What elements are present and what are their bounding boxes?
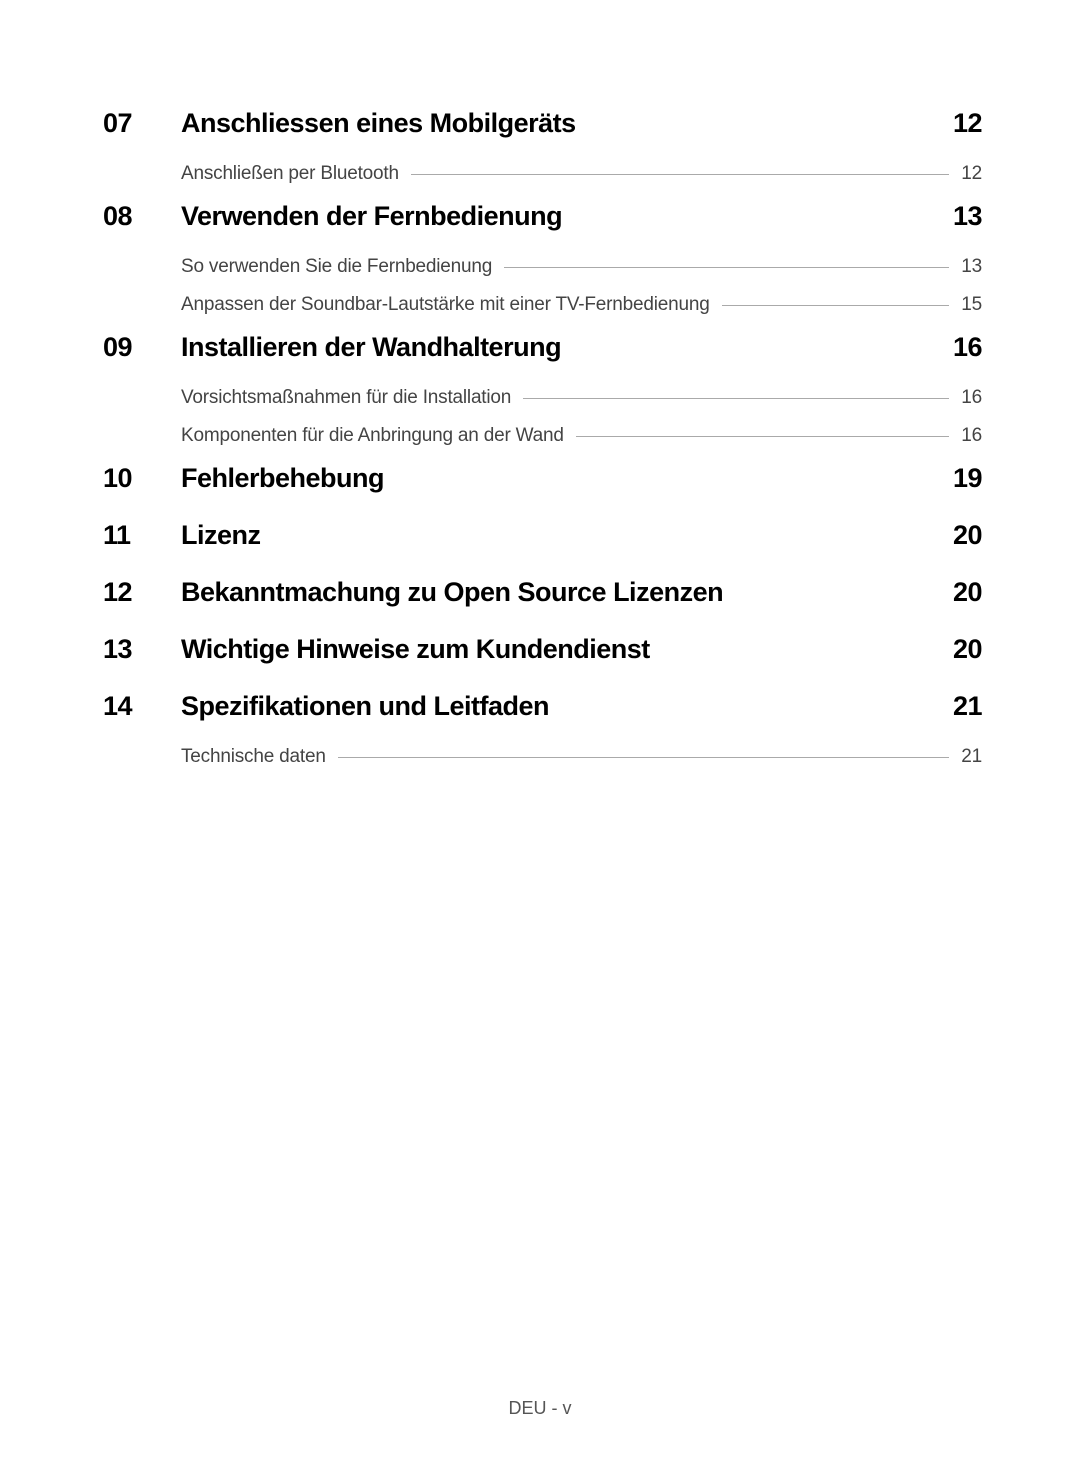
section-page: 12 bbox=[953, 108, 982, 139]
toc-section-row: 14 Spezifikationen und Leitfaden 21 bbox=[103, 691, 982, 722]
section-title: Verwenden der Fernbedienung bbox=[181, 201, 953, 232]
toc-content: 07 Anschliessen eines Mobilgeräts 12 Ans… bbox=[0, 0, 1080, 768]
toc-section-row: 10 Fehlerbehebung 19 bbox=[103, 463, 982, 494]
subsection-title: Komponenten für die Anbringung an der Wa… bbox=[181, 425, 570, 447]
section-number: 10 bbox=[103, 463, 181, 494]
toc-subsection-row: Anpassen der Soundbar-Lautstärke mit ein… bbox=[181, 294, 982, 316]
toc-subsection-row: Anschließen per Bluetooth 12 bbox=[181, 163, 982, 185]
section-page: 19 bbox=[953, 463, 982, 494]
subsection-page: 16 bbox=[955, 387, 982, 409]
leader-line bbox=[576, 436, 949, 437]
section-page: 16 bbox=[953, 332, 982, 363]
section-page: 20 bbox=[953, 634, 982, 665]
section-title: Lizenz bbox=[181, 520, 953, 551]
toc-section: 11 Lizenz 20 bbox=[103, 520, 982, 551]
toc-section-row: 11 Lizenz 20 bbox=[103, 520, 982, 551]
section-page: 20 bbox=[953, 520, 982, 551]
subsection-page: 16 bbox=[955, 425, 982, 447]
section-title: Anschliessen eines Mobilgeräts bbox=[181, 108, 953, 139]
section-number: 07 bbox=[103, 108, 181, 139]
leader-line bbox=[338, 757, 950, 758]
toc-section-row: 08 Verwenden der Fernbedienung 13 bbox=[103, 201, 982, 232]
toc-subsection-row: So verwenden Sie die Fernbedienung 13 bbox=[181, 256, 982, 278]
toc-subsection-row: Komponenten für die Anbringung an der Wa… bbox=[181, 425, 982, 447]
leader-line bbox=[722, 305, 950, 306]
section-title: Installieren der Wandhalterung bbox=[181, 332, 953, 363]
subsection-page: 21 bbox=[955, 746, 982, 768]
toc-section: 14 Spezifikationen und Leitfaden 21 Tech… bbox=[103, 691, 982, 768]
page-footer: DEU - v bbox=[0, 1398, 1080, 1419]
toc-section-row: 07 Anschliessen eines Mobilgeräts 12 bbox=[103, 108, 982, 139]
section-page: 13 bbox=[953, 201, 982, 232]
toc-section: 08 Verwenden der Fernbedienung 13 So ver… bbox=[103, 201, 982, 316]
section-number: 08 bbox=[103, 201, 181, 232]
toc-section: 12 Bekanntmachung zu Open Source Lizenze… bbox=[103, 577, 982, 608]
toc-section: 07 Anschliessen eines Mobilgeräts 12 Ans… bbox=[103, 108, 982, 185]
toc-section-row: 13 Wichtige Hinweise zum Kundendienst 20 bbox=[103, 634, 982, 665]
section-number: 14 bbox=[103, 691, 181, 722]
toc-section: 13 Wichtige Hinweise zum Kundendienst 20 bbox=[103, 634, 982, 665]
section-title: Fehlerbehebung bbox=[181, 463, 953, 494]
subsection-title: Vorsichtsmaßnahmen für die Installation bbox=[181, 387, 517, 409]
section-title: Bekanntmachung zu Open Source Lizenzen bbox=[181, 577, 953, 608]
toc-subsection-row: Technische daten 21 bbox=[181, 746, 982, 768]
section-title: Wichtige Hinweise zum Kundendienst bbox=[181, 634, 953, 665]
leader-line bbox=[411, 174, 949, 175]
section-number: 11 bbox=[103, 520, 181, 551]
section-title: Spezifikationen und Leitfaden bbox=[181, 691, 953, 722]
leader-line bbox=[523, 398, 949, 399]
section-page: 20 bbox=[953, 577, 982, 608]
section-number: 12 bbox=[103, 577, 181, 608]
toc-section-row: 12 Bekanntmachung zu Open Source Lizenze… bbox=[103, 577, 982, 608]
toc-section: 09 Installieren der Wandhalterung 16 Vor… bbox=[103, 332, 982, 447]
leader-line bbox=[504, 267, 949, 268]
section-number: 13 bbox=[103, 634, 181, 665]
subsection-title: Technische daten bbox=[181, 746, 332, 768]
section-page: 21 bbox=[953, 691, 982, 722]
subsection-title: Anpassen der Soundbar-Lautstärke mit ein… bbox=[181, 294, 716, 316]
toc-section: 10 Fehlerbehebung 19 bbox=[103, 463, 982, 494]
subsection-page: 12 bbox=[955, 163, 982, 185]
subsection-title: Anschließen per Bluetooth bbox=[181, 163, 405, 185]
toc-subsection-row: Vorsichtsmaßnahmen für die Installation … bbox=[181, 387, 982, 409]
subsection-title: So verwenden Sie die Fernbedienung bbox=[181, 256, 498, 278]
subsection-page: 15 bbox=[955, 294, 982, 316]
subsection-page: 13 bbox=[955, 256, 982, 278]
toc-section-row: 09 Installieren der Wandhalterung 16 bbox=[103, 332, 982, 363]
section-number: 09 bbox=[103, 332, 181, 363]
